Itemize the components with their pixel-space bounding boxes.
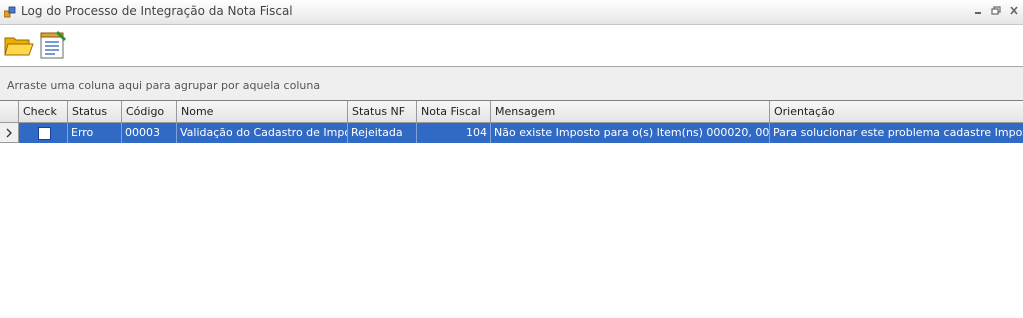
minimize-icon[interactable]	[972, 5, 984, 16]
row-checkbox[interactable]	[38, 127, 51, 140]
window-title: Log do Processo de Integração da Nota Fi…	[21, 4, 293, 18]
app-window-icon	[4, 6, 16, 18]
table-row[interactable]: Erro 00003 Validação do Cadastro de Impo…	[19, 123, 1023, 143]
title-bar: Log do Processo de Integração da Nota Fi…	[0, 0, 1023, 25]
group-by-panel[interactable]: Arraste uma coluna aqui para agrupar por…	[0, 67, 1023, 100]
close-icon[interactable]	[1008, 5, 1020, 16]
open-folder-icon[interactable]	[3, 30, 34, 60]
cell-check[interactable]	[19, 123, 68, 143]
cell-nota-fiscal: 104	[417, 123, 491, 143]
cell-status: Erro	[68, 123, 122, 143]
notepad-icon[interactable]	[37, 30, 68, 60]
column-header-orientacao[interactable]: Orientação	[770, 101, 1023, 122]
row-indicator[interactable]	[0, 123, 19, 143]
column-header-mensagem[interactable]: Mensagem	[491, 101, 770, 122]
cell-nome: Validação do Cadastro de Imposto	[177, 123, 348, 143]
cell-mensagem: Não existe Imposto para o(s) Item(ns) 00…	[491, 123, 770, 143]
column-header-nome[interactable]: Nome	[177, 101, 348, 122]
data-grid: Check Status Código Nome Status NF Nota …	[0, 100, 1023, 318]
header-indicator	[0, 101, 19, 122]
grid-header: Check Status Código Nome Status NF Nota …	[0, 101, 1023, 123]
column-header-status[interactable]: Status	[68, 101, 122, 122]
row-pointer-icon	[6, 128, 12, 138]
column-header-codigo[interactable]: Código	[122, 101, 177, 122]
cell-orientacao: Para solucionar este problema cadastre I…	[773, 126, 1023, 139]
restore-icon[interactable]	[990, 5, 1002, 16]
cell-status-nf: Rejeitada	[348, 123, 417, 143]
group-by-hint: Arraste uma coluna aqui para agrupar por…	[7, 79, 321, 92]
column-header-status-nf[interactable]: Status NF	[348, 101, 417, 122]
column-header-nota-fiscal[interactable]: Nota Fiscal	[417, 101, 491, 122]
column-header-check[interactable]: Check	[19, 101, 68, 122]
toolbar	[0, 25, 1023, 67]
cell-codigo: 00003	[122, 123, 177, 143]
